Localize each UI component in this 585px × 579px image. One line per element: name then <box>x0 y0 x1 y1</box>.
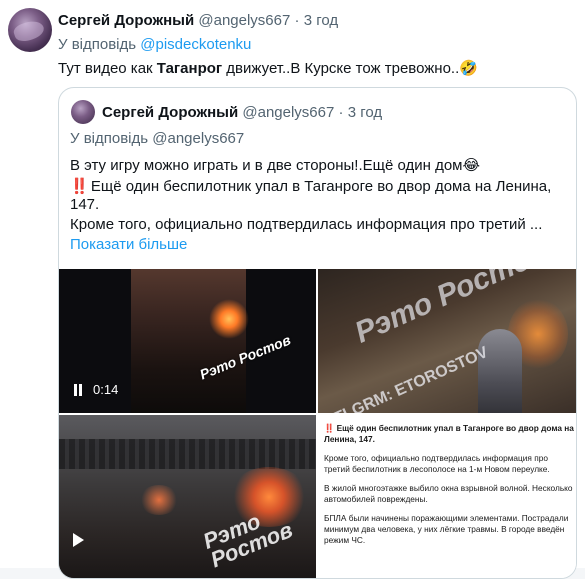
quoted-time: 3 год <box>347 104 383 121</box>
fire-glow <box>209 299 249 339</box>
media-image-2[interactable]: Рэто Ростов TLGRM: ETOROSTOV <box>318 269 576 413</box>
quoted-text-line-1: В эту игру можно играть и в две стороны!… <box>70 156 480 174</box>
quoted-header: Сергей Дорожный @angelys667 · 3 год <box>102 104 382 121</box>
treeline <box>59 439 316 469</box>
reply-context: У відповідь @pisdeckotenku <box>58 36 251 53</box>
person-silhouette <box>478 329 522 413</box>
tweet-text-part2: движует..В Курске тож тревожно.. <box>222 60 460 77</box>
tweet-text-bold: Таганрог <box>156 60 223 77</box>
quoted-tweet[interactable]: Сергей Дорожный @angelys667 · 3 год У ві… <box>58 87 577 579</box>
quoted-reply-prefix: У відповідь <box>70 130 149 147</box>
media-image-4[interactable]: ‼️ Ещё один беспилотник упал в Таганроге… <box>318 415 576 578</box>
quoted-text-line-3: 147. <box>70 196 100 213</box>
author-avatar[interactable] <box>8 8 52 52</box>
reply-prefix: У відповідь <box>58 36 137 53</box>
news-headline: ‼️ Ещё один беспилотник упал в Таганроге… <box>324 423 574 445</box>
play-icon[interactable] <box>73 533 84 547</box>
pause-icon[interactable] <box>73 383 83 396</box>
fire-glow-small <box>139 485 179 515</box>
media-video-1[interactable]: Рэто Ростов 0:14 <box>59 269 316 413</box>
tweet-time[interactable]: 3 год <box>304 12 338 29</box>
tweet-text-part1: Тут видео как <box>58 60 157 77</box>
quoted-text-line-2: ‼️ Ещё один беспилотник упал в Таганроге… <box>70 177 551 195</box>
quoted-separator: · <box>338 104 344 121</box>
news-paragraph-3: БПЛА были начинены поражающими элементам… <box>324 513 569 545</box>
quoted-text-line-4: Кроме того, официально подтвердилась инф… <box>70 216 543 233</box>
author-handle[interactable]: @angelys667 <box>198 12 290 29</box>
show-more-link[interactable]: Показати більше <box>70 236 187 253</box>
media-video-3[interactable]: Рэто Ростов <box>59 415 316 578</box>
news-bang-icon: ‼️ <box>324 423 335 433</box>
quoted-reply-context: У відповідь @angelys667 <box>70 130 244 147</box>
tweet-header: Сергей Дорожный @angelys667 · 3 год <box>58 12 338 29</box>
news-screenshot: ‼️ Ещё один беспилотник упал в Таганроге… <box>324 423 574 554</box>
tweet-text: Тут видео как Таганрог движует..В Курске… <box>58 59 478 77</box>
quoted-author-handle: @angelys667 <box>242 104 335 121</box>
author-name[interactable]: Сергей Дорожный <box>58 12 194 29</box>
news-headline-text: Ещё один беспилотник упал в Таганроге во… <box>324 423 574 444</box>
video-time: 0:14 <box>93 382 119 397</box>
quoted-reply-to: @angelys667 <box>152 130 245 147</box>
quoted-line-2-text: Ещё один беспилотник упал в Таганроге во… <box>86 178 552 195</box>
header-separator: · <box>294 12 300 29</box>
quoted-line-1-text: В эту игру можно играть и в две стороны!… <box>70 157 463 174</box>
joy-emoji: 😂 <box>462 157 481 174</box>
rofl-emoji: 🤣 <box>459 60 478 77</box>
tweet-card[interactable]: Сергей Дорожный @angelys667 · 3 год У ві… <box>0 0 585 579</box>
quoted-author-avatar <box>71 100 95 124</box>
double-exclamation-icon: ‼️ <box>70 178 89 195</box>
reply-to-link[interactable]: @pisdeckotenku <box>140 36 251 53</box>
quoted-author-name: Сергей Дорожный <box>102 104 239 121</box>
video-frame <box>131 269 246 413</box>
news-paragraph-1: Кроме того, официально подтвердилась инф… <box>324 453 550 474</box>
news-paragraph-2: В жилой многоэтажке выбило окна взрывной… <box>324 483 573 504</box>
media-grid: Рэто Ростов 0:14 Рэто Ростов TLGRM: ETOR… <box>59 269 576 578</box>
video-controls[interactable]: 0:14 <box>73 382 118 397</box>
